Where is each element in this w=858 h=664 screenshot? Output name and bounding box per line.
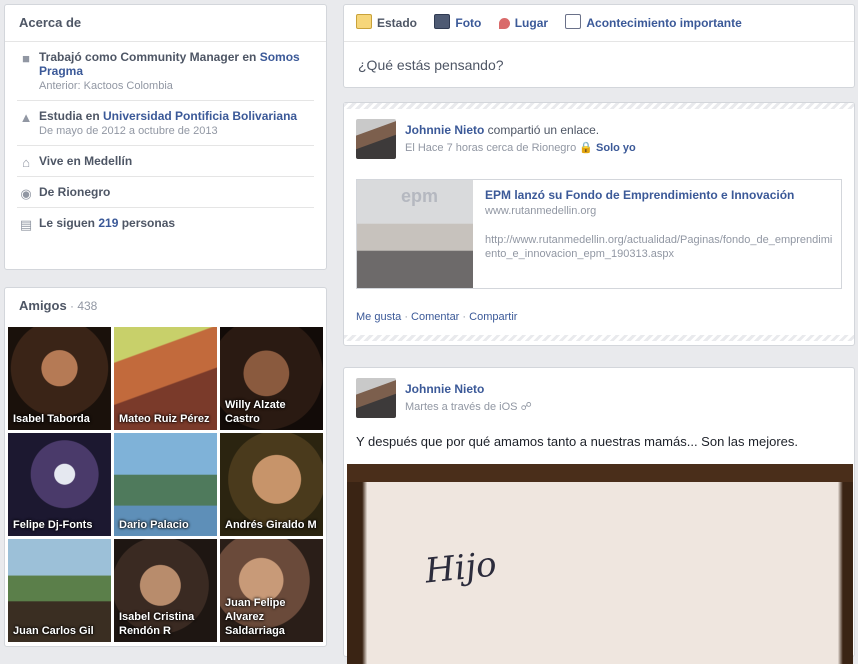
status-icon	[356, 14, 372, 29]
composer-tabs: Estado Foto Lugar Acontecimiento importa…	[344, 5, 854, 42]
friend-name: Mateo Ruiz Pérez	[119, 413, 210, 425]
composer: Estado Foto Lugar Acontecimiento importa…	[343, 4, 855, 88]
friends-title[interactable]: Amigos	[19, 298, 67, 313]
friend-tile[interactable]: Juan Carlos Gil	[8, 539, 111, 642]
tab-status[interactable]: Estado	[356, 5, 417, 41]
share-link[interactable]: Compartir	[469, 311, 517, 323]
location-pin-icon: ◉	[20, 186, 32, 201]
followers-count-link[interactable]: 219	[98, 216, 118, 230]
lock-icon: 🔒	[579, 142, 593, 154]
tab-photo[interactable]: Foto	[434, 5, 481, 41]
from-text: De Rionegro	[39, 185, 111, 199]
followers-prefix: Le siguen	[39, 216, 99, 230]
link-url[interactable]: http://www.rutanmedellin.org/actualidad/…	[485, 233, 833, 261]
followers-suffix: personas	[118, 216, 176, 230]
camera-icon	[434, 14, 451, 29]
story-shared-link: Johnnie Nieto compartió un enlace. El Ha…	[343, 102, 855, 346]
epm-logo-mark: epm	[401, 186, 439, 206]
tab-life-event[interactable]: Acontecimiento importante	[565, 5, 742, 41]
story-header: Johnnie Nieto compartió un enlace. El Ha…	[405, 123, 636, 154]
comment-link[interactable]: Comentar	[411, 311, 459, 323]
hatch-top	[344, 103, 854, 109]
globe-icon: ☍	[520, 401, 532, 413]
avatar[interactable]	[356, 119, 396, 159]
about-title: Acerca de	[5, 5, 326, 42]
friend-name: Dario Palacio	[119, 519, 189, 531]
photo-handwriting: Hijo	[423, 544, 499, 592]
friend-name: Willy Alzate Castro	[225, 399, 286, 425]
story-meta: Martes a través de iOS ☍	[405, 400, 532, 413]
work-prefix: Trabajó como Community Manager en	[39, 50, 260, 64]
about-lives: ⌂ Vive en Medellín	[17, 146, 314, 177]
link-domain: www.rutanmedellin.org	[485, 205, 597, 217]
like-link[interactable]: Me gusta	[356, 311, 401, 323]
friend-tile[interactable]: Juan Felipe Alvarez Saldarriaga	[220, 539, 323, 642]
link-text: EPM lanzó su Fondo de Emprendimiento e I…	[485, 188, 833, 261]
friend-name: Isabel Taborda	[13, 413, 90, 425]
author-link[interactable]: Johnnie Nieto	[405, 382, 484, 396]
link-thumbnail: epm	[357, 180, 473, 288]
book-icon	[565, 14, 582, 29]
study-dates: De mayo de 2012 a octubre de 2013	[39, 125, 218, 137]
avatar[interactable]	[356, 378, 396, 418]
tab-life-event-label: Acontecimiento importante	[586, 16, 742, 30]
timestamp[interactable]: Martes a través de iOS	[405, 401, 518, 413]
friends-box: Amigos · 438 Isabel Taborda Mateo Ruiz P…	[4, 287, 327, 647]
school-icon: ▲	[19, 110, 33, 125]
story-photo-post: Johnnie Nieto Martes a través de iOS ☍ Y…	[343, 367, 855, 664]
tab-photo-label: Foto	[455, 16, 482, 30]
friends-header: Amigos · 438	[5, 288, 326, 322]
friend-tile[interactable]: Isabel Cristina Rendón R	[114, 539, 217, 642]
friend-name: Juan Felipe Alvarez Saldarriaga	[225, 597, 286, 637]
link-preview[interactable]: epm EPM lanzó su Fondo de Emprendimiento…	[356, 179, 842, 289]
privacy-label[interactable]: Solo yo	[596, 142, 636, 154]
study-prefix: Estudia en	[39, 109, 104, 123]
story-header: Johnnie Nieto Martes a través de iOS ☍	[405, 382, 532, 413]
friend-tile[interactable]: Andrés Giraldo M	[220, 433, 323, 536]
tab-status-label: Estado	[377, 16, 418, 30]
author-link[interactable]: Johnnie Nieto	[405, 123, 484, 137]
friend-name: Andrés Giraldo M	[225, 519, 317, 531]
story-actions: Me gusta · Comentar · Compartir	[356, 311, 518, 323]
timestamp[interactable]: El Hace 7 horas cerca de Rionegro	[405, 142, 576, 154]
story-action-text: compartió un enlace.	[484, 123, 600, 137]
pin-icon	[498, 18, 510, 29]
status-input[interactable]: ¿Qué estás pensando?	[344, 42, 854, 88]
about-box: Acerca de ■ Trabajó como Community Manag…	[4, 4, 327, 270]
friend-name: Juan Carlos Gil	[13, 625, 94, 637]
about-from: ◉ De Rionegro	[17, 177, 314, 208]
post-text: Y después que por qué amamos tanto a nue…	[356, 434, 798, 449]
tab-place[interactable]: Lugar	[498, 5, 549, 41]
briefcase-icon: ■	[22, 51, 30, 66]
work-previous: Anterior: Kactoos Colombia	[39, 80, 173, 92]
lives-text: Vive en Medellín	[39, 154, 133, 168]
hatch-bottom	[344, 335, 854, 341]
friend-tile[interactable]: Isabel Taborda	[8, 327, 111, 430]
friend-name: Felipe Dj-Fonts	[13, 519, 93, 531]
about-study: ▲ Estudia en Universidad Pontificia Boli…	[17, 101, 314, 146]
about-followers: ▤ Le siguen 219 personas	[17, 208, 314, 238]
home-icon: ⌂	[22, 155, 30, 170]
post-photo[interactable]: Hijo	[347, 464, 853, 664]
friend-tile[interactable]: Felipe Dj-Fonts	[8, 433, 111, 536]
story-meta: El Hace 7 horas cerca de Rionegro 🔒 Solo…	[405, 141, 636, 154]
photo-edge	[347, 464, 853, 482]
friend-tile[interactable]: Dario Palacio	[114, 433, 217, 536]
tab-place-label: Lugar	[514, 16, 549, 30]
friend-tile[interactable]: Mateo Ruiz Pérez	[114, 327, 217, 430]
link-title[interactable]: EPM lanzó su Fondo de Emprendimiento e I…	[485, 188, 833, 203]
friend-tile[interactable]: Willy Alzate Castro	[220, 327, 323, 430]
friend-name: Isabel Cristina Rendón R	[119, 611, 195, 637]
friends-count: · 438	[66, 299, 98, 313]
rss-icon: ▤	[19, 217, 33, 232]
study-school-link[interactable]: Universidad Pontificia Bolivariana	[103, 109, 297, 123]
about-work: ■ Trabajó como Community Manager en Somo…	[17, 42, 314, 101]
